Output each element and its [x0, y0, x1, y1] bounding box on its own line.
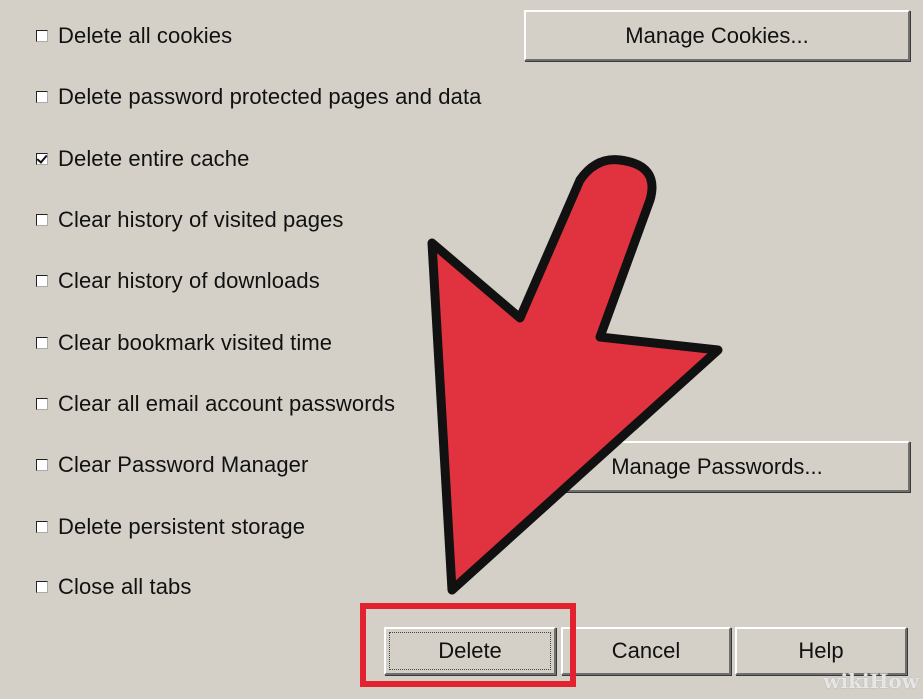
wikihow-watermark: wikiHow: [823, 669, 919, 693]
red-pointer-arrow-icon: [427, 155, 723, 595]
